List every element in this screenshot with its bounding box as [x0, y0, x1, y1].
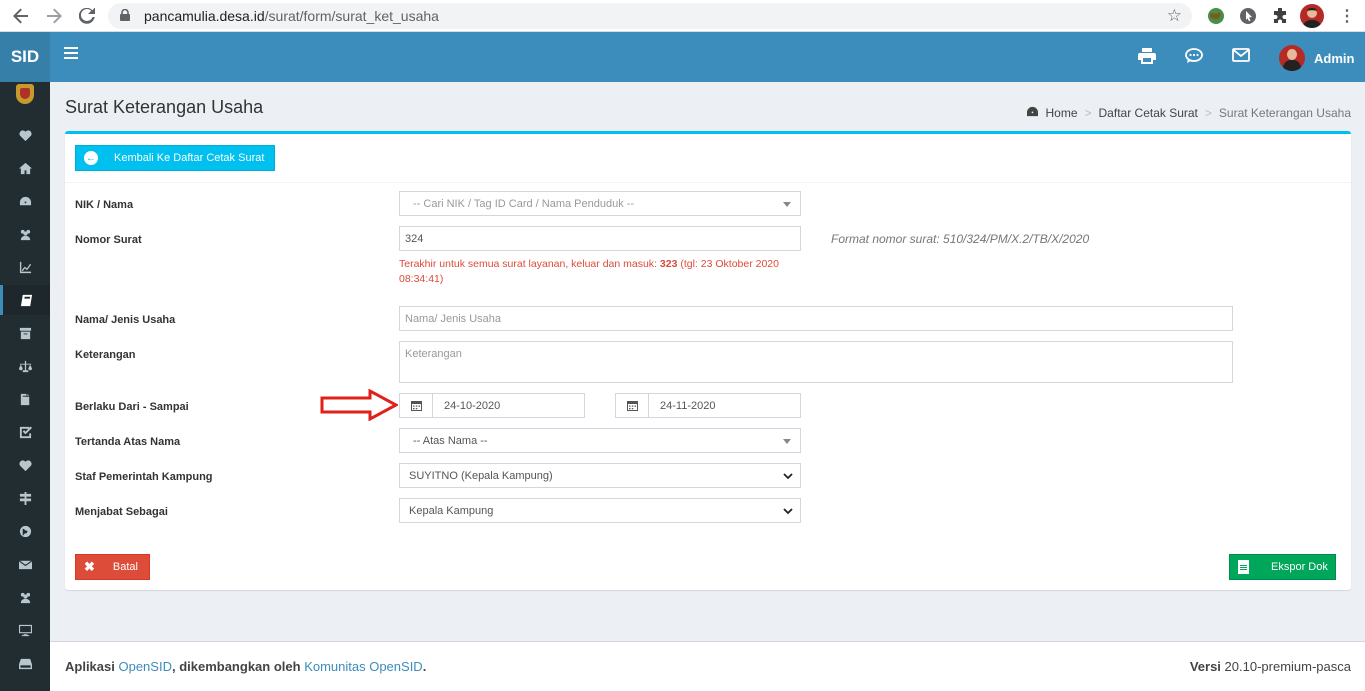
format-nomor-note: Format nomor surat: 510/324/PM/X.2/TB/X/… [831, 232, 1090, 246]
opensid-link[interactable]: OpenSID [118, 659, 171, 674]
chevron-down-icon [783, 508, 793, 515]
heart-icon[interactable] [0, 450, 50, 480]
export-doc-button[interactable]: Ekspor Dok [1229, 554, 1336, 580]
page-title: Surat Keterangan Usaha [65, 97, 264, 117]
app-topbar: Admin [50, 32, 1365, 82]
arrow-circle-left-icon: ← [84, 151, 98, 165]
envelope-icon[interactable] [0, 549, 50, 579]
back-to-list-button[interactable]: ← Kembali Ke Daftar Cetak Surat [75, 145, 275, 171]
staf-label: Staf Pemerintah Kampung [75, 471, 213, 483]
check-square-icon[interactable] [0, 417, 50, 447]
tertanda-select[interactable]: -- Atas Nama -- [399, 428, 801, 453]
line-chart-icon[interactable] [0, 252, 50, 282]
cursor-extension-icon[interactable] [1237, 5, 1259, 27]
desktop-icon[interactable] [0, 615, 50, 645]
nomor-surat-label: Nomor Surat [75, 234, 142, 246]
usaha-input[interactable]: Nama/ Jenis Usaha [399, 306, 1233, 331]
file-text-icon [1238, 560, 1249, 574]
breadcrumb-home[interactable]: Home [1045, 106, 1077, 120]
nomor-surat-input[interactable]: 324 [399, 226, 801, 251]
cancel-button[interactable]: ✖ Batal [75, 554, 150, 580]
calendar-icon[interactable] [399, 393, 433, 418]
calendar-icon[interactable] [615, 393, 649, 418]
komunitas-opensid-link[interactable]: Komunitas OpenSID [304, 659, 423, 674]
puzzle-extensions-icon[interactable] [1269, 5, 1291, 27]
box-header: ← Kembali Ke Daftar Cetak Surat [65, 134, 1351, 183]
village-emblem-icon [16, 84, 34, 104]
comments-icon[interactable] [1185, 48, 1205, 66]
envelope-icon[interactable] [1232, 48, 1252, 66]
berlaku-dari-input[interactable]: 24-10-2020 [432, 393, 585, 418]
balance-scale-icon[interactable] [0, 351, 50, 381]
annotation-arrow-icon [320, 389, 398, 421]
nik-select[interactable]: -- Cari NIK / Tag ID Card / Nama Pendudu… [399, 191, 801, 216]
chevron-down-icon [783, 473, 793, 480]
footer-credits: Aplikasi OpenSID, dikembangkan oleh Komu… [65, 659, 427, 674]
profile-avatar[interactable] [1300, 4, 1324, 28]
chevron-down-icon [783, 202, 791, 207]
close-icon: ✖ [84, 559, 95, 574]
globe-extension-icon[interactable] [1205, 5, 1227, 27]
jabatan-label: Menjabat Sebagai [75, 506, 168, 518]
nomor-surat-help: Terakhir untuk semua surat layanan, kelu… [399, 258, 779, 285]
archive-icon[interactable] [0, 318, 50, 348]
files-icon[interactable] [0, 384, 50, 414]
hdd-icon[interactable] [0, 648, 50, 678]
user-avatar[interactable] [1279, 45, 1305, 71]
keterangan-label: Keterangan [75, 349, 136, 361]
staf-select[interactable]: SUYITNO (Kepala Kampung) [399, 463, 801, 488]
keterangan-textarea[interactable]: Keterangan [399, 341, 1233, 383]
app-logo[interactable]: SID [0, 32, 50, 82]
berlaku-sampai-input[interactable]: 24-11-2020 [648, 393, 801, 418]
reload-icon[interactable] [72, 1, 102, 31]
print-icon[interactable] [1138, 48, 1158, 66]
nik-label: NIK / Nama [75, 199, 134, 211]
globe-icon[interactable] [0, 516, 50, 546]
hamburger-menu-icon[interactable] [64, 47, 78, 59]
browser-menu-icon[interactable]: ⋮ [1336, 5, 1358, 27]
home-icon[interactable] [0, 153, 50, 183]
dashboard-icon [1026, 106, 1039, 120]
dashboard-icon[interactable] [0, 186, 50, 216]
signpost-icon[interactable] [0, 483, 50, 513]
sidebar [0, 82, 50, 691]
lock-icon [120, 8, 134, 24]
breadcrumb-current: Surat Keterangan Usaha [1218, 106, 1351, 120]
address-bar[interactable]: pancamulia.desa.id/surat/form/surat_ket_… [108, 3, 1192, 29]
group-icon[interactable] [0, 582, 50, 612]
usaha-label: Nama/ Jenis Usaha [75, 314, 176, 326]
book-icon[interactable] [0, 285, 50, 315]
jabatan-select[interactable]: Kepala Kampung [399, 498, 801, 523]
back-arrow-icon[interactable] [6, 1, 36, 31]
berlaku-label: Berlaku Dari - Sampai [75, 401, 189, 413]
chevron-down-icon [783, 439, 791, 444]
page-footer: Aplikasi OpenSID, dikembangkan oleh Komu… [50, 641, 1365, 691]
url-text: pancamulia.desa.id/surat/form/surat_ket_… [144, 8, 439, 24]
browser-toolbar: pancamulia.desa.id/surat/form/surat_ket_… [0, 0, 1365, 32]
user-name[interactable]: Admin [1314, 51, 1354, 66]
breadcrumb: Home > Daftar Cetak Surat > Surat Ketera… [1026, 106, 1351, 120]
users-icon[interactable] [0, 219, 50, 249]
breadcrumb-daftar-cetak-surat[interactable]: Daftar Cetak Surat [1099, 106, 1198, 120]
heartbeat-icon[interactable] [0, 120, 50, 150]
forward-arrow-icon[interactable] [39, 1, 69, 31]
bookmark-star-icon[interactable]: ☆ [1167, 6, 1182, 26]
footer-version: Versi 20.10-premium-pasca [1189, 659, 1351, 674]
tertanda-label: Tertanda Atas Nama [75, 436, 181, 448]
